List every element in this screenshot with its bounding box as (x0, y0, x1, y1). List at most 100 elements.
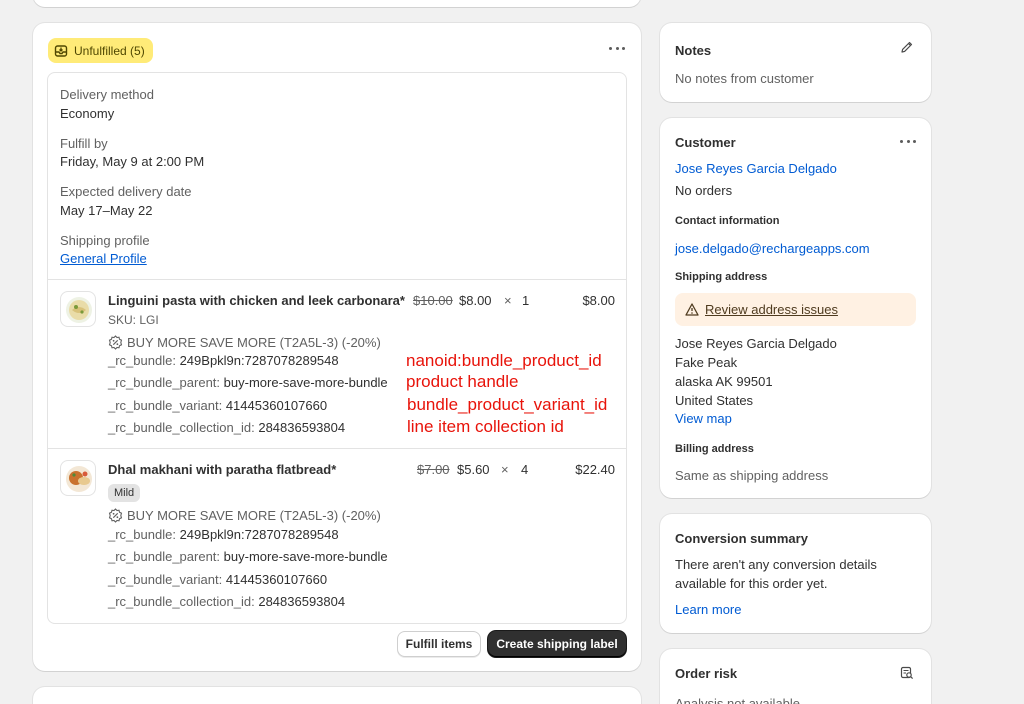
item-quantity: 1 (522, 293, 530, 308)
item-property: _rc_bundle: 249Bpkl9n:7287078289548 (108, 353, 339, 368)
item-original-price: $7.00 (417, 462, 450, 477)
property-value: 249Bpkl9n:7287078289548 (179, 527, 339, 542)
more-actions-icon[interactable] (609, 47, 625, 51)
item-price: $5.60 (457, 462, 490, 477)
fulfill-items-button[interactable]: Fulfill items (397, 631, 481, 657)
variant-label: Mild (114, 487, 135, 499)
item-thumbnail-dhal (60, 460, 96, 496)
divider (48, 279, 626, 280)
fulfill-by-value: Friday, May 9 at 2:00 PM (60, 154, 205, 169)
conversion-text: There aren't any conversion details (675, 557, 877, 572)
item-discount-text: BUY MORE SAVE MORE (T2A5L-3) (-20%) (127, 508, 381, 523)
times-sign: × (501, 462, 509, 477)
annotation-text: product handle (406, 372, 519, 391)
billing-address-title: Billing address (675, 443, 754, 455)
conversion-title: Conversion summary (675, 531, 808, 546)
edit-pencil-icon[interactable] (900, 40, 914, 54)
next-card (33, 687, 641, 704)
contact-info-title: Contact information (675, 215, 780, 227)
item-thumbnail-linguini (60, 291, 96, 327)
item-discount: BUY MORE SAVE MORE (T2A5L-3) (-20%) (108, 335, 381, 350)
billing-address-text: Same as shipping address (675, 468, 829, 483)
order-risk-card: Order risk Analysis not available (660, 649, 931, 704)
item-title[interactable]: Linguini pasta with chicken and leek car… (108, 293, 405, 308)
annotation-text: bundle_product_variant_id (407, 395, 608, 414)
annotation-text: nanoid:bundle_product_id (406, 351, 602, 370)
notes-title: Notes (675, 43, 712, 58)
order-risk-title: Order risk (675, 666, 738, 681)
property-value: 41445360107660 (225, 572, 328, 587)
unfulfilled-badge: Unfulfilled (5) (48, 38, 153, 63)
delivery-method-label: Delivery method (60, 87, 154, 102)
item-property: _rc_bundle_collection_id: 284836593804 (108, 594, 345, 609)
annotation-text: line item collection id (407, 417, 564, 436)
property-key: _rc_bundle_parent: (108, 375, 221, 390)
view-map-link[interactable]: View map (675, 411, 732, 426)
order-risk-text: Analysis not available (675, 696, 801, 704)
conversion-summary-card: Conversion summary There aren't any conv… (660, 514, 931, 633)
fulfill-by-label: Fulfill by (60, 136, 108, 151)
item-property: _rc_bundle_variant: 41445360107660 (108, 398, 327, 413)
shipping-profile-link[interactable]: General Profile (60, 251, 147, 266)
item-property: _rc_bundle_parent: buy-more-save-more-bu… (108, 549, 388, 564)
item-variant-badge: Mild (108, 484, 141, 502)
item-total: $8.00 (582, 293, 615, 308)
risk-analysis-icon[interactable] (900, 666, 914, 680)
customer-title: Customer (675, 135, 736, 150)
previous-card (33, 0, 641, 7)
address-line: United States (675, 393, 754, 408)
address-line: alaska AK 99501 (675, 374, 773, 389)
address-warning-banner: Review address issues (675, 293, 916, 326)
customer-name-link[interactable]: Jose Reyes Garcia Delgado (675, 161, 837, 176)
divider (48, 448, 626, 449)
item-price: $8.00 (459, 293, 492, 308)
property-value: 284836593804 (258, 594, 346, 609)
customer-orders: No orders (675, 183, 733, 198)
shipping-address-title: Shipping address (675, 271, 768, 283)
item-discount: BUY MORE SAVE MORE (T2A5L-3) (-20%) (108, 508, 381, 523)
fulfillment-details-box: Delivery method Economy Fulfill by Frida… (47, 72, 627, 624)
warning-icon (685, 303, 699, 316)
unfulfilled-badge-label: Unfulfilled (5) (74, 43, 145, 58)
conversion-text: available for this order yet. (675, 576, 828, 591)
package-icon (54, 44, 68, 57)
property-value: 41445360107660 (225, 398, 328, 413)
create-shipping-label-button[interactable]: Create shipping label (488, 631, 626, 657)
item-discount-text: BUY MORE SAVE MORE (T2A5L-3) (-20%) (127, 335, 381, 350)
item-sku: SKU: LGI (108, 313, 159, 327)
property-key: _rc_bundle_collection_id: (108, 420, 255, 435)
expected-delivery-label: Expected delivery date (60, 184, 192, 199)
discount-icon (108, 335, 123, 350)
notes-card: Notes No notes from customer (660, 23, 931, 102)
item-original-price: $10.00 (413, 293, 453, 308)
review-address-link[interactable]: Review address issues (705, 302, 838, 317)
property-value: 284836593804 (258, 420, 346, 435)
item-property: _rc_bundle: 249Bpkl9n:7287078289548 (108, 527, 339, 542)
property-key: _rc_bundle_variant: (108, 398, 223, 413)
property-key: _rc_bundle_variant: (108, 572, 223, 587)
delivery-method-value: Economy (60, 106, 115, 121)
customer-card: Customer Jose Reyes Garcia Delgado No or… (660, 118, 931, 498)
property-value: buy-more-save-more-bundle (223, 549, 388, 564)
times-sign: × (504, 293, 512, 308)
item-title[interactable]: Dhal makhani with paratha flatbread* (108, 462, 336, 477)
property-value: buy-more-save-more-bundle (223, 375, 388, 390)
property-key: _rc_bundle_parent: (108, 549, 221, 564)
property-key: _rc_bundle: (108, 353, 176, 368)
notes-text: No notes from customer (675, 71, 814, 86)
item-property: _rc_bundle_variant: 41445360107660 (108, 572, 327, 587)
property-key: _rc_bundle_collection_id: (108, 594, 255, 609)
property-value: 249Bpkl9n:7287078289548 (179, 353, 339, 368)
item-total: $22.40 (575, 462, 615, 477)
item-property: _rc_bundle_collection_id: 284836593804 (108, 420, 345, 435)
address-line: Fake Peak (675, 355, 738, 370)
item-quantity: 4 (521, 462, 529, 477)
fulfillment-card: Unfulfilled (5) Delivery method Economy … (33, 23, 641, 671)
expected-delivery-value: May 17–May 22 (60, 203, 153, 218)
learn-more-link[interactable]: Learn more (675, 602, 741, 617)
shipping-profile-label: Shipping profile (60, 233, 150, 248)
item-property: _rc_bundle_parent: buy-more-save-more-bu… (108, 375, 388, 390)
address-line: Jose Reyes Garcia Delgado (675, 336, 837, 351)
customer-email-link[interactable]: jose.delgado@rechargeapps.com (675, 241, 870, 256)
customer-more-icon[interactable] (900, 140, 916, 144)
